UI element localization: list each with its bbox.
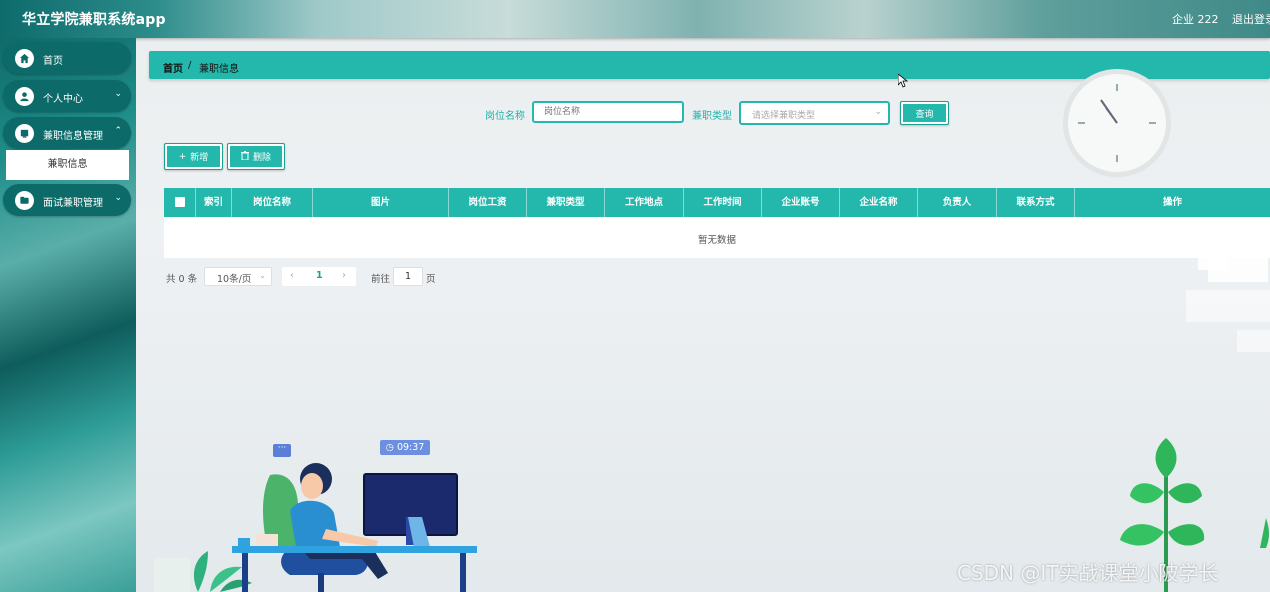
page-size-value: 10条/页 — [217, 274, 252, 285]
sidebar-item-job-management[interactable]: 兼职信息管理 ⌃ — [3, 117, 131, 149]
breadcrumb-home[interactable]: 首页 — [163, 60, 183, 75]
column-header: 负责人 — [918, 188, 997, 217]
query-button-label: 查询 — [915, 109, 934, 120]
clock-icon: ◷ — [385, 442, 394, 453]
empty-state-text: 暂无数据 — [697, 235, 736, 246]
sidebar-item-label: 首页 — [43, 56, 63, 67]
logout-link[interactable]: 退出登录 — [1232, 11, 1270, 27]
select-all-cell — [164, 188, 196, 217]
user-icon — [15, 87, 34, 106]
goto-page-input[interactable]: 1 — [393, 267, 423, 286]
decoration-block — [1186, 290, 1270, 322]
column-header: 企业账号 — [762, 188, 840, 217]
decoration-block — [1198, 258, 1228, 270]
home-icon — [15, 49, 34, 68]
chevron-down-icon: ⌄ — [114, 89, 122, 99]
goto-label: 前往 — [371, 274, 391, 285]
sidebar-item-label: 个人中心 — [43, 94, 83, 105]
sidebar-item-profile[interactable]: 个人中心 ⌄ — [3, 80, 131, 112]
time-text: 09:37 — [396, 442, 425, 453]
breadcrumb-current: 兼职信息 — [199, 64, 239, 75]
prev-page-button[interactable]: ‹ — [290, 270, 294, 281]
mouse-cursor-icon — [898, 74, 908, 88]
job-type-placeholder: 请选择兼职类型 — [752, 111, 816, 121]
next-page-button[interactable]: › — [342, 270, 346, 281]
job-type-label: 兼职类型 — [692, 111, 732, 122]
folder-icon — [15, 191, 34, 210]
sidebar-item-interview-management[interactable]: 面试兼职管理 ⌄ — [3, 184, 131, 216]
watermark: CSDN @IT实战课堂小陂学长 — [957, 561, 1219, 585]
page-unit-label: 页 — [426, 274, 436, 285]
column-header: 岗位工资 — [449, 188, 527, 217]
column-header: 工作地点 — [605, 188, 684, 217]
delete-button[interactable]: 删除 — [227, 143, 285, 170]
sidebar-item-label: 兼职信息管理 — [43, 131, 103, 142]
person-at-desk-illustration — [154, 463, 477, 592]
delete-button-label: 删除 — [252, 153, 271, 163]
pager: ‹ 1 › — [282, 267, 356, 286]
pagination-total: 共 0 条 — [166, 274, 198, 285]
column-header: 岗位名称 — [232, 188, 313, 217]
table-header: 索引 岗位名称 图片 岗位工资 兼职类型 工作地点 工作时间 企业账号 企业名称… — [164, 188, 1270, 217]
decoration-block — [1237, 330, 1270, 352]
add-button[interactable]: + 新增 — [164, 143, 223, 170]
time-badge: ◷ 09:37 — [380, 440, 430, 455]
position-name-label: 岗位名称 — [485, 111, 525, 122]
clock-illustration — [1068, 74, 1166, 172]
table-body: 暂无数据 — [164, 217, 1270, 258]
trash-icon — [240, 150, 249, 163]
sidebar-subitem-job-info[interactable]: 兼职信息 — [6, 150, 129, 180]
sidebar-item-label: 面试兼职管理 — [43, 198, 103, 209]
current-user-label: 企业 222 — [1172, 13, 1219, 26]
column-header: 图片 — [313, 188, 449, 217]
select-all-checkbox[interactable] — [175, 197, 185, 207]
column-header: 联系方式 — [997, 188, 1075, 217]
job-type-select[interactable]: 请选择兼职类型 ⌄ — [739, 101, 890, 125]
page-size-select[interactable]: 10条/页 ⌄ — [204, 267, 272, 286]
column-header: 工作时间 — [684, 188, 762, 217]
chevron-down-icon: ⌄ — [259, 271, 266, 280]
column-header: 操作 — [1162, 197, 1182, 208]
current-page-number[interactable]: 1 — [316, 270, 323, 281]
position-name-input[interactable] — [532, 101, 684, 123]
query-button[interactable]: 查询 — [900, 101, 949, 125]
top-header: 华立学院兼职系统app 企业 222 退出登录 — [0, 0, 1270, 38]
chevron-down-icon: ⌄ — [114, 193, 122, 203]
chevron-up-icon: ⌃ — [114, 126, 122, 136]
document-icon — [15, 124, 34, 143]
column-header: 企业名称 — [840, 188, 918, 217]
app-title: 华立学院兼职系统app — [22, 12, 166, 28]
breadcrumb-separator: / — [188, 60, 192, 71]
sidebar-item-home[interactable]: 首页 — [3, 42, 131, 74]
column-header: 索引 — [196, 188, 232, 217]
column-header: 兼职类型 — [527, 188, 605, 217]
add-button-label: 新增 — [190, 153, 209, 163]
sidebar: 首页 个人中心 ⌄ 兼职信息管理 ⌃ 兼职信息 面试兼职管理 ⌄ — [0, 38, 136, 592]
plus-icon: + — [178, 151, 187, 162]
chevron-down-icon: ⌄ — [874, 107, 882, 117]
